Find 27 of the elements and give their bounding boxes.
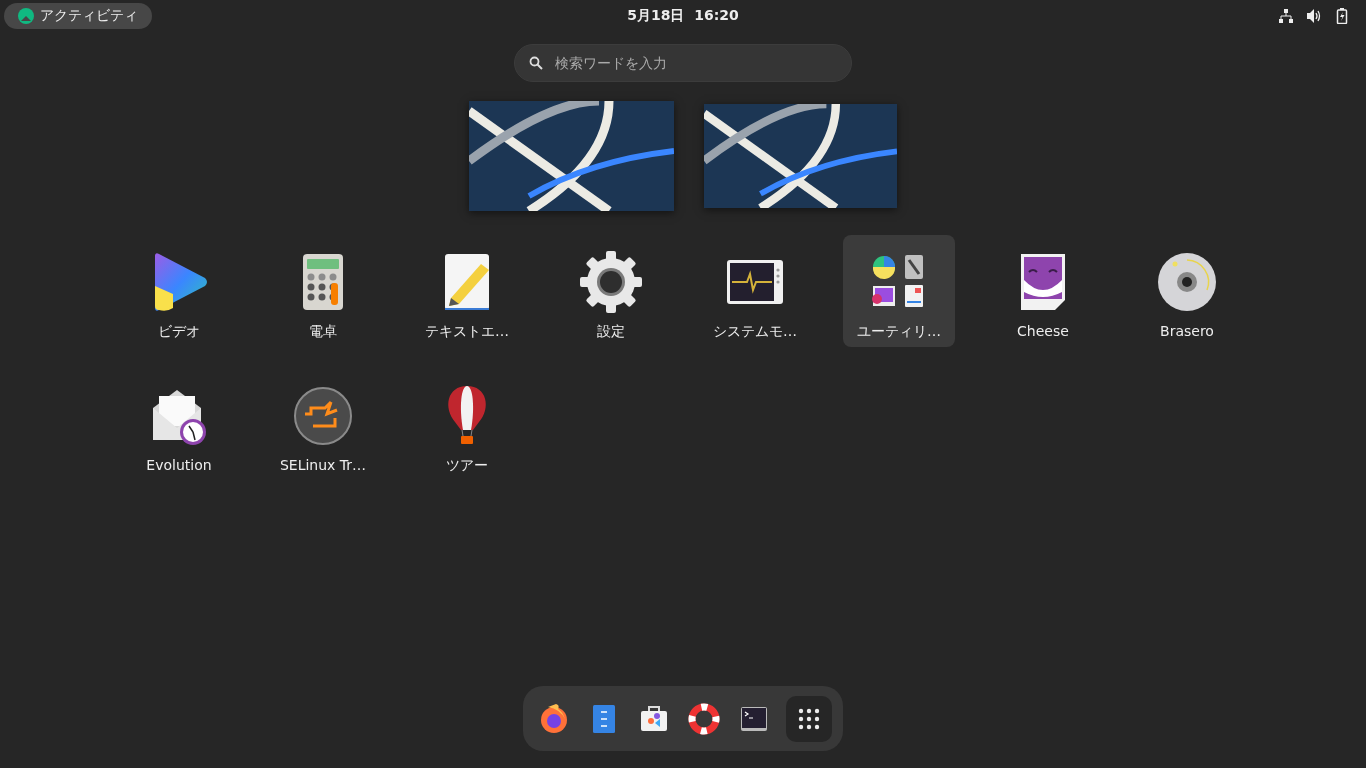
app-grid-icon [798, 707, 820, 730]
engine-warning-icon [291, 384, 355, 448]
app-launcher[interactable]: Brasero [1131, 235, 1243, 347]
app-launcher[interactable]: 電卓 [267, 235, 379, 347]
activities-button[interactable]: アクティビティ [4, 3, 152, 29]
volume-icon[interactable] [1306, 8, 1322, 24]
fox-globe-icon[interactable] [538, 702, 570, 735]
app-folder[interactable]: ユーティリ… [843, 235, 955, 347]
battery-charging-icon[interactable] [1334, 8, 1350, 24]
settings-icon [579, 250, 643, 314]
rocky-logo-icon [18, 8, 34, 24]
clock-label[interactable]: 5月18日 16:20 [627, 7, 739, 25]
app-launcher[interactable]: システムモ… [699, 235, 811, 347]
search-field[interactable]: 検索ワードを入力 [514, 44, 852, 82]
app-launcher[interactable]: ツアー [411, 369, 523, 481]
disc-icon [1155, 250, 1219, 314]
app-launcher[interactable]: テキストエ… [411, 235, 523, 347]
life-ring-icon[interactable] [688, 702, 720, 735]
show-apps-button[interactable] [786, 695, 832, 742]
app-launcher[interactable]: Evolution [123, 369, 235, 481]
app-launcher[interactable]: ビデオ [123, 235, 235, 347]
workspace-thumbnail[interactable] [469, 101, 674, 211]
network-icon[interactable] [1278, 8, 1294, 24]
app-launcher[interactable]: SELinux Tr… [267, 369, 379, 481]
app-launcher[interactable]: 設定 [555, 235, 667, 347]
app-launcher[interactable]: Cheese [987, 235, 1099, 347]
workspace-thumbnail[interactable] [704, 104, 897, 208]
